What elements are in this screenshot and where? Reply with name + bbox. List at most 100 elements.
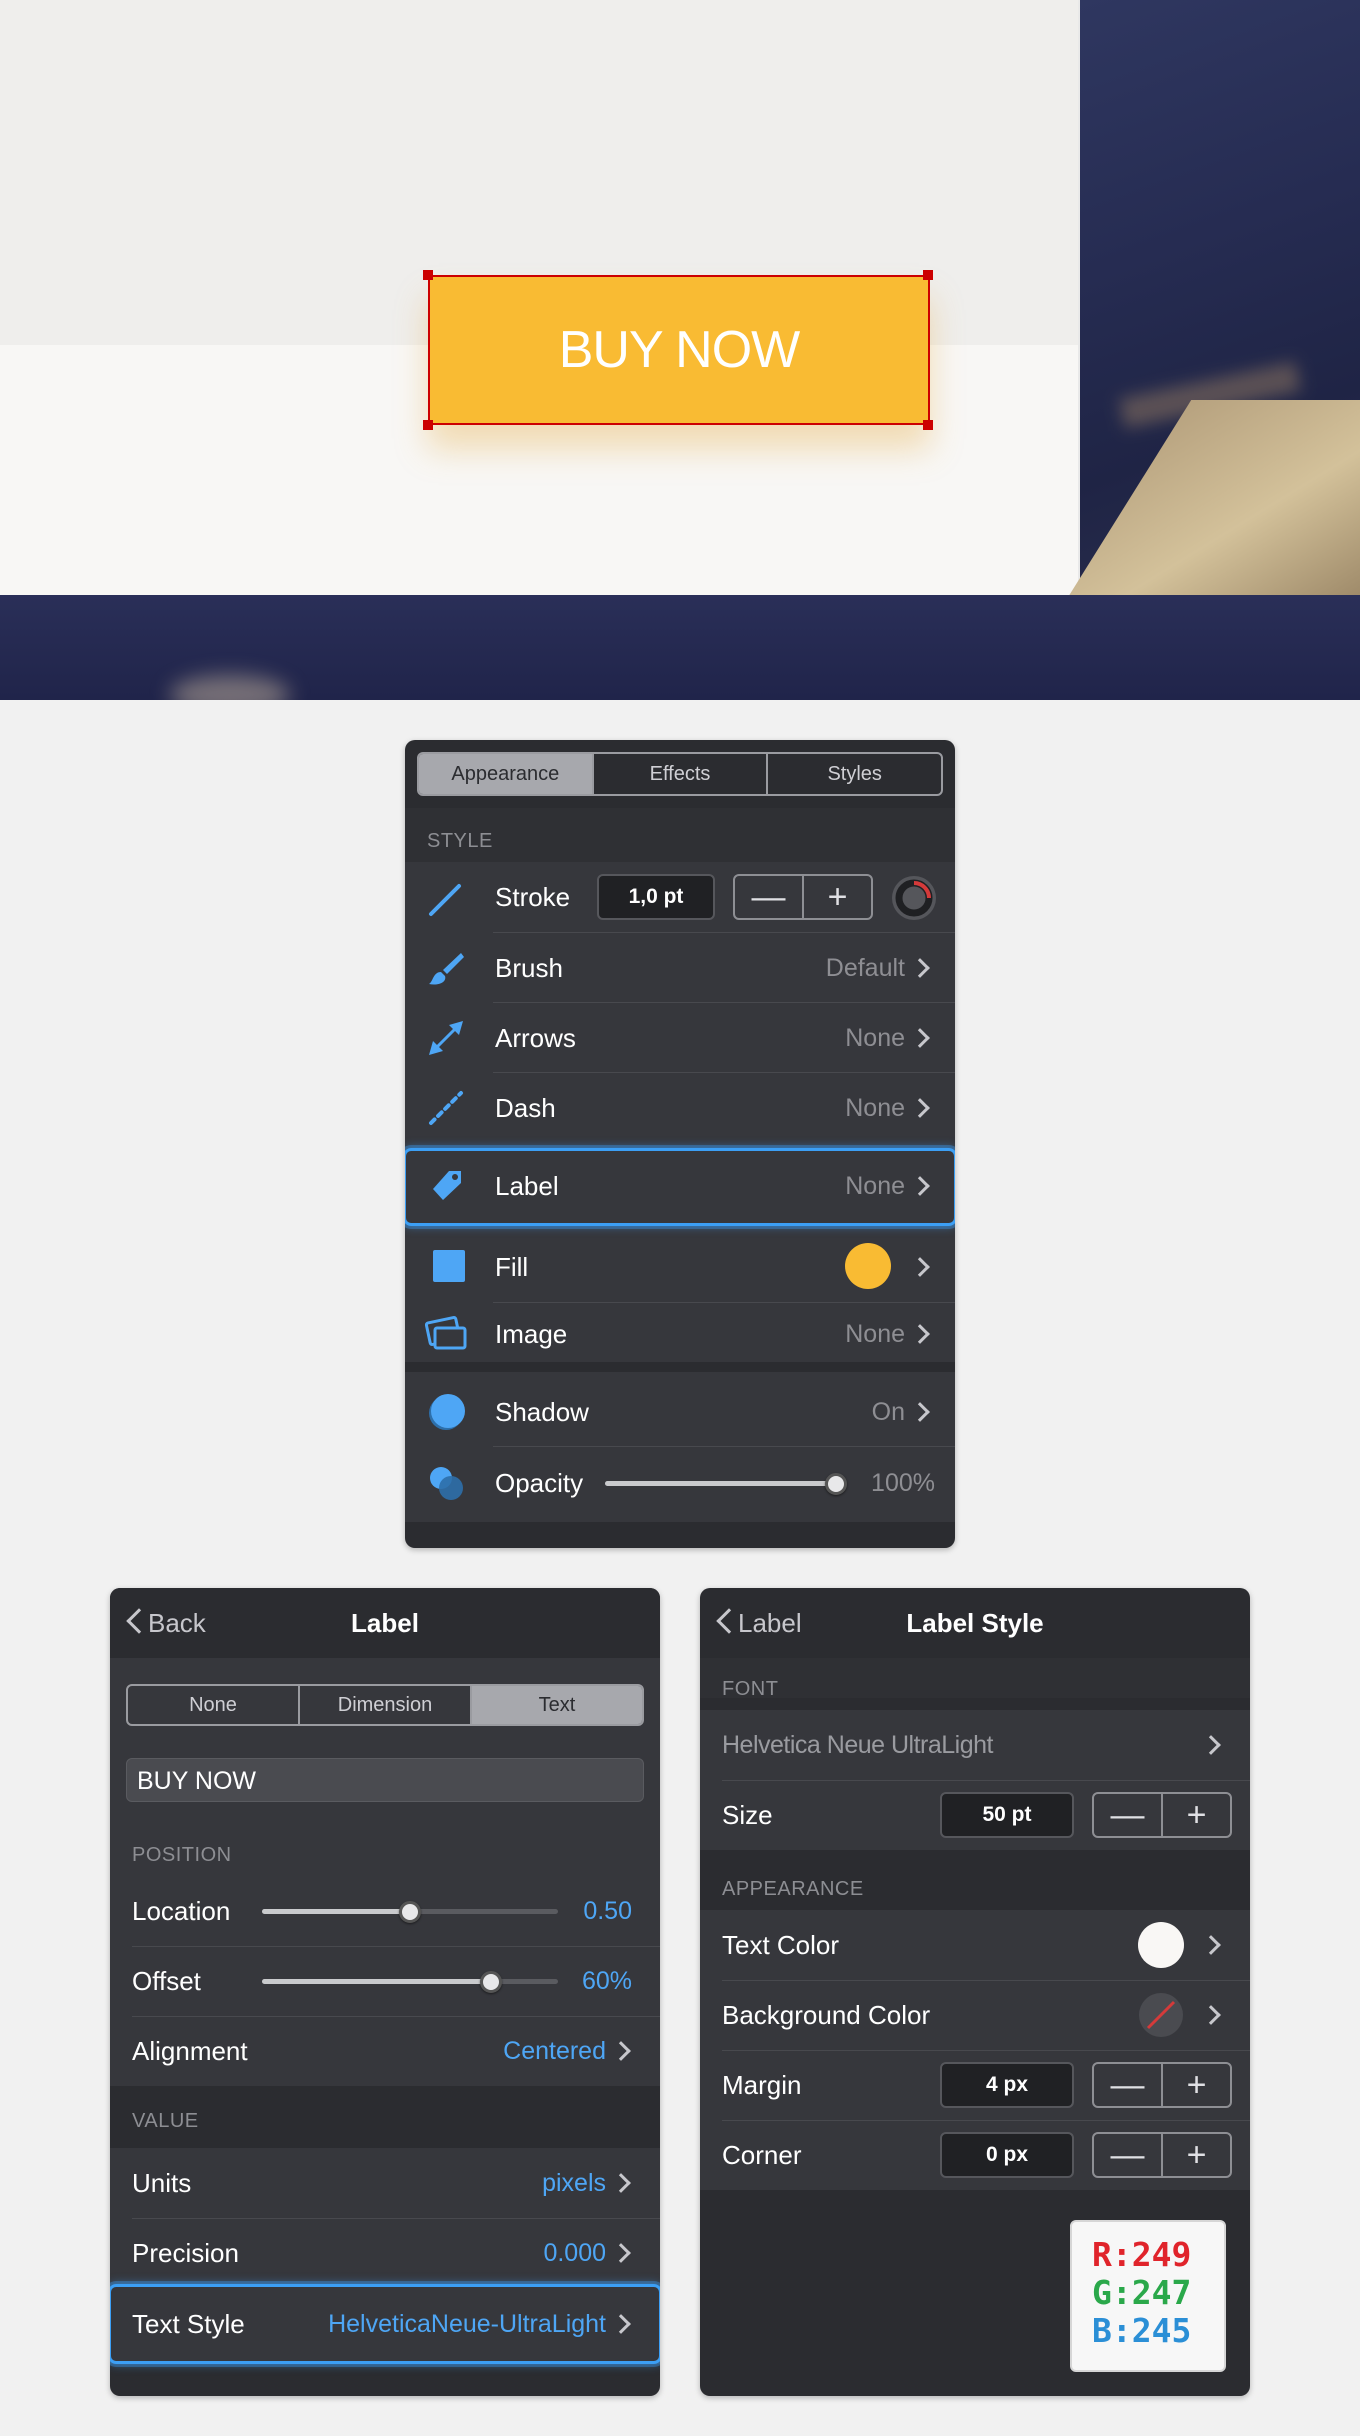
style-section-label: STYLE [427,830,493,852]
size-plus-button[interactable]: + [1161,1794,1230,1836]
location-label: Location [132,1896,231,1926]
corner-value: 0 px [985,2143,1029,2166]
offset-value: 60% [581,1967,632,1995]
tab-appearance[interactable]: Appearance [419,754,592,794]
image-row[interactable]: Image None [405,1302,955,1364]
fill-row[interactable]: Fill [405,1230,955,1302]
selection-handle-bottom-right[interactable] [923,420,933,430]
label-navbar: Back Label [110,1588,660,1658]
label-text-input[interactable]: BUY NOW [126,1758,644,1802]
precision-label: Precision [132,2238,239,2268]
stroke-minus-button[interactable]: — [735,876,802,918]
corner-row: Corner 0 px — + [700,2120,1250,2190]
corner-plus-button[interactable]: + [1161,2134,1230,2176]
opacity-row: Opacity 100% [405,1446,955,1518]
selection-handle-top-left[interactable] [423,270,433,280]
location-value: 0.50 [583,1897,632,1925]
background-photo-bottom [0,595,1360,700]
value-section-label: VALUE [132,2110,199,2132]
selection-handle-top-right[interactable] [923,270,933,280]
chevron-right-icon [611,2041,631,2061]
segment-none[interactable]: None [128,1686,298,1724]
size-row: Size 50 pt — + [700,1780,1250,1850]
alignment-row[interactable]: Alignment Centered [110,2016,660,2086]
margin-value: 4 px [985,2073,1029,2096]
stroke-plus-button[interactable]: + [802,876,871,918]
corner-label: Corner [722,2140,802,2170]
opacity-icon [430,1467,463,1500]
shadow-icon [431,1394,465,1428]
segment-dimension[interactable]: Dimension [298,1686,470,1724]
label-style-navbar: Label Label Style [700,1588,1250,1658]
margin-label: Margin [722,2070,802,2100]
text-color-row[interactable]: Text Color [700,1910,1250,1980]
arrows-value: None [845,1024,905,1052]
margin-row: Margin 4 px — + [700,2050,1250,2120]
opacity-slider-knob[interactable] [825,1473,847,1495]
chevron-right-icon [910,958,930,978]
rgb-red-value: R:249 [1092,2235,1192,2274]
buy-now-shape[interactable]: BUY NOW [428,275,930,425]
fill-icon [433,1250,465,1282]
chevron-right-icon [910,1324,930,1344]
dash-value: None [845,1094,905,1122]
chevron-right-icon [1201,2005,1221,2025]
shadow-label: Shadow [495,1397,589,1427]
font-value: Helvetica Neue UltraLight [722,1731,993,1759]
label-row-highlight [405,1148,955,1226]
arrows-icon [429,1021,463,1055]
stroke-row: Stroke 1,0 pt — + [405,862,955,932]
size-minus-button[interactable]: — [1094,1794,1161,1836]
corner-minus-button[interactable]: — [1094,2134,1161,2176]
rgb-green-value: G:247 [1092,2273,1192,2312]
background-color-row[interactable]: Background Color [700,1980,1250,2050]
offset-slider-fill [262,1979,492,1984]
shadow-value: On [871,1398,905,1426]
fill-label: Fill [495,1252,529,1282]
font-section-label: FONT [722,1678,779,1700]
offset-slider-knob[interactable] [480,1971,502,1993]
tab-styles[interactable]: Styles [766,754,941,794]
label-style-title: Label Style [906,1608,1044,1638]
size-field[interactable]: 50 pt [940,1792,1074,1838]
units-value: pixels [542,2169,606,2197]
font-row[interactable]: Helvetica Neue UltraLight [700,1710,1250,1780]
units-row[interactable]: Units pixels [110,2148,660,2218]
image-icon [425,1315,467,1350]
arrows-row[interactable]: Arrows None [405,1002,955,1072]
shadow-row[interactable]: Shadow On [405,1376,955,1446]
appearance-section-label: APPEARANCE [722,1878,864,1900]
stroke-icon [429,884,461,916]
stroke-color-well[interactable] [891,875,937,921]
offset-row: Offset 60% [110,1946,660,2016]
design-canvas: BUY NOW [0,0,1360,700]
position-section-label: POSITION [132,1844,232,1866]
dash-row[interactable]: Dash None [405,1072,955,1142]
stroke-stepper: — + [733,874,873,920]
rgb-value-badge: R:249 G:247 B:245 [1070,2220,1226,2372]
size-stepper: — + [1092,1792,1232,1838]
no-color-swatch-icon[interactable] [1138,1992,1184,2038]
location-slider-knob[interactable] [399,1901,421,1923]
tab-effects[interactable]: Effects [591,754,767,794]
precision-row[interactable]: Precision 0.000 [110,2218,660,2288]
margin-field[interactable]: 4 px [940,2062,1074,2108]
precision-value: 0.000 [543,2239,606,2267]
brush-row[interactable]: Brush Default [405,932,955,1002]
text-color-swatch[interactable] [1138,1922,1184,1968]
chevron-right-icon [1201,1935,1221,1955]
offset-label: Offset [132,1966,201,1996]
margin-minus-button[interactable]: — [1094,2064,1161,2106]
fill-color-swatch[interactable] [845,1243,891,1289]
corner-field[interactable]: 0 px [940,2132,1074,2178]
size-label: Size [722,1800,773,1830]
selection-handle-bottom-left[interactable] [423,420,433,430]
stroke-width-field[interactable]: 1,0 pt [597,874,715,920]
corner-stepper: — + [1092,2132,1232,2178]
chevron-right-icon [1201,1735,1221,1755]
margin-plus-button[interactable]: + [1161,2064,1230,2106]
buy-now-label: BUY NOW [558,321,801,379]
arrows-label: Arrows [495,1023,576,1053]
segment-text[interactable]: Text [470,1686,642,1724]
location-slider-fill [262,1909,410,1914]
